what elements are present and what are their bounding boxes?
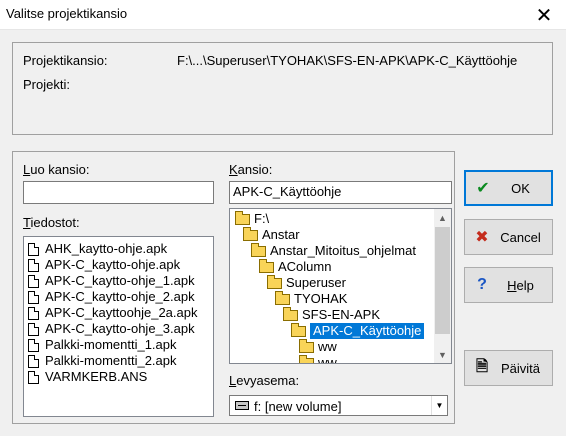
- file-name: APK-C_kayttoohje_2a.apk: [45, 305, 198, 320]
- folder-name: Anstar_Mitoitus_ohjelmat: [270, 243, 416, 258]
- scroll-thumb[interactable]: [435, 227, 450, 334]
- file-icon: [28, 274, 39, 288]
- title-bar: Valitse projektikansio ✕: [0, 0, 566, 30]
- folder-icon: [299, 354, 314, 363]
- checkmark-icon: ✔: [476, 180, 490, 197]
- folder-tree-item[interactable]: SFS-EN-APK: [232, 306, 434, 323]
- file-list-item[interactable]: VARMKERB.ANS: [24, 369, 213, 385]
- folder-icon: [267, 274, 282, 289]
- folder-icon: [275, 290, 290, 305]
- files-label: Tiedostot:: [23, 215, 80, 230]
- drive-select[interactable]: f: [new volume] ▼: [229, 395, 448, 416]
- folder-tree-item[interactable]: ww: [232, 338, 434, 355]
- folder-tree-item[interactable]: AColumn: [232, 258, 434, 275]
- project-folder-value: F:\...\Superuser\TYOHAK\SFS-EN-APK\APK-C…: [177, 53, 518, 68]
- folder-tree[interactable]: F:\ Anstar Anstar_Mitoitus_ohjelmat AColumn…: [229, 208, 452, 364]
- file-icon: [28, 306, 39, 320]
- file-list-item[interactable]: AHK_kaytto-ohje.apk: [24, 241, 213, 257]
- project-info-panel: Projektikansio: F:\...\Superuser\TYOHAK\…: [12, 42, 553, 135]
- cancel-x-icon: ✖: [475, 229, 489, 246]
- folder-name: F:\: [254, 211, 270, 226]
- folder-tree-item[interactable]: APK-C_Käyttöohje: [232, 322, 434, 339]
- folder-icon: [243, 226, 258, 241]
- folder-icon: [259, 258, 274, 273]
- help-question-icon: ?: [477, 276, 487, 293]
- folder-icon: [251, 242, 266, 257]
- file-icon: [28, 370, 39, 384]
- folder-scrollbar[interactable]: ▲ ▼: [434, 209, 451, 363]
- file-list-item[interactable]: Palkki-momentti_2.apk: [24, 353, 213, 369]
- file-name: APK-C_kaytto-ohje_2.apk: [45, 289, 195, 304]
- file-name: Palkki-momentti_1.apk: [45, 337, 177, 352]
- file-name: AHK_kaytto-ohje.apk: [45, 241, 168, 256]
- folder-name: SFS-EN-APK: [302, 307, 381, 322]
- cancel-button[interactable]: ✖ Cancel: [464, 219, 553, 255]
- file-list-item[interactable]: APK-C_kaytto-ohje_1.apk: [24, 273, 213, 289]
- folder-icon: [283, 306, 298, 321]
- file-list-item[interactable]: APK-C_kaytto-ohje.apk: [24, 257, 213, 273]
- open-folder-icon: [291, 322, 306, 337]
- scroll-down-icon[interactable]: ▼: [434, 346, 451, 363]
- files-listbox[interactable]: AHK_kaytto-ohje.apk APK-C_kaytto-ohje.apk…: [23, 236, 214, 417]
- chevron-down-icon[interactable]: ▼: [431, 396, 447, 415]
- file-icon: [28, 290, 39, 304]
- folder-tree-item[interactable]: Superuser: [232, 274, 434, 291]
- file-name: VARMKERB.ANS: [45, 369, 148, 384]
- file-icon: [28, 354, 39, 368]
- folder-name: TYOHAK: [294, 291, 348, 306]
- file-list-item[interactable]: APK-C_kaytto-ohje_3.apk: [24, 321, 213, 337]
- folder-name: APK-C_Käyttöohje: [310, 323, 425, 339]
- scroll-up-icon[interactable]: ▲: [434, 209, 451, 226]
- folder-label: Kansio:: [229, 162, 273, 177]
- file-list-item[interactable]: APK-C_kaytto-ohje_2.apk: [24, 289, 213, 305]
- folder-name: ww: [318, 339, 337, 354]
- file-name: APK-C_kaytto-ohje_1.apk: [45, 273, 195, 288]
- folder-tree-item[interactable]: TYOHAK: [232, 290, 434, 307]
- create-folder-label: Luo kansio:: [23, 162, 90, 177]
- folder-name: Anstar: [262, 227, 300, 242]
- project-label: Projekti:: [23, 77, 70, 92]
- folder-name: AColumn: [278, 259, 332, 274]
- folder-tree-items: F:\ Anstar Anstar_Mitoitus_ohjelmat AColumn…: [232, 210, 434, 364]
- folder-name: ww: [318, 355, 337, 364]
- file-icon: [28, 242, 39, 256]
- file-name: APK-C_kaytto-ohje_3.apk: [45, 321, 195, 336]
- file-icon: [28, 258, 39, 272]
- drive-icon: [235, 401, 249, 410]
- file-icon: [28, 322, 39, 336]
- folder-name: Superuser: [286, 275, 346, 290]
- folder-tree-item[interactable]: ww: [232, 354, 434, 364]
- folder-tree-item[interactable]: Anstar_Mitoitus_ohjelmat: [232, 242, 434, 259]
- help-button[interactable]: ? Help: [464, 267, 553, 303]
- folder-tree-item[interactable]: Anstar: [232, 226, 434, 243]
- ok-button[interactable]: ✔ OK: [464, 170, 553, 206]
- folder-input[interactable]: APK-C_Käyttöohje: [229, 181, 452, 204]
- main-panel: Luo kansio: Tiedostot: AHK_kaytto-ohje.a…: [12, 151, 455, 424]
- close-icon[interactable]: ✕: [522, 0, 566, 30]
- folder-tree-item[interactable]: F:\: [232, 210, 434, 227]
- project-folder-label: Projektikansio:: [23, 53, 108, 68]
- file-name: Palkki-momentti_2.apk: [45, 353, 177, 368]
- create-folder-input[interactable]: [23, 181, 214, 204]
- file-list-item[interactable]: Palkki-momentti_1.apk: [24, 337, 213, 353]
- drive-label: Levyasema:: [229, 373, 300, 388]
- refresh-document-icon: 🗎: [475, 357, 489, 375]
- file-name: APK-C_kaytto-ohje.apk: [45, 257, 181, 272]
- file-icon: [28, 338, 39, 352]
- file-list-item[interactable]: APK-C_kayttoohje_2a.apk: [24, 305, 213, 321]
- drive-value: f: [new volume]: [254, 399, 342, 414]
- refresh-button[interactable]: 🗎 Päivitä: [464, 350, 553, 386]
- folder-icon: [299, 338, 314, 353]
- window-title: Valitse projektikansio: [6, 6, 128, 21]
- folder-icon: [235, 210, 250, 225]
